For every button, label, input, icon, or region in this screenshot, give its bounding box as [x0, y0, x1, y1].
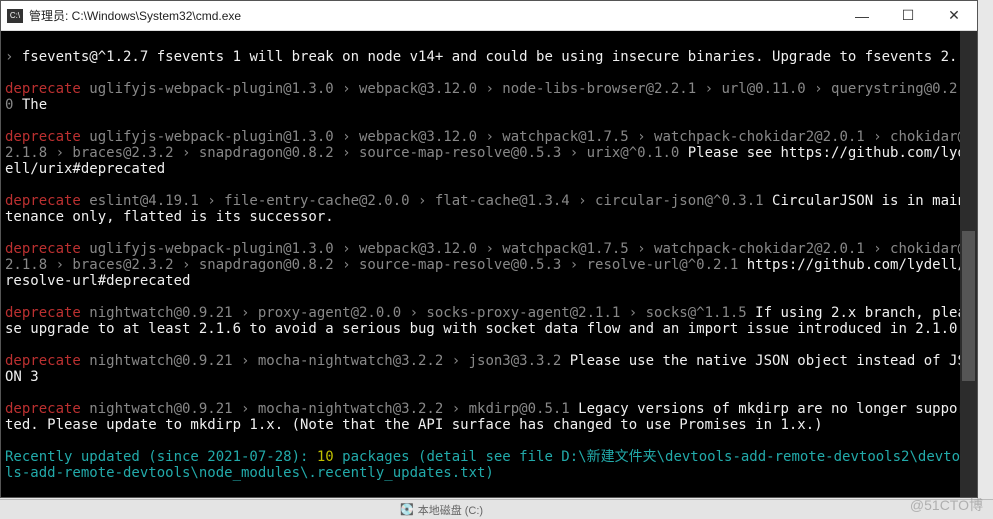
deprecate-label: deprecate	[5, 193, 81, 209]
chain-circularjson: eslint@4.19.1 › file-entry-cache@2.0.0 ›…	[81, 193, 772, 209]
taskbar[interactable]: 💽 本地磁盘 (C:)	[0, 499, 993, 519]
pkg-fsevents: fsevents@^1.2.7	[22, 49, 148, 65]
scrollbar-thumb[interactable]	[962, 231, 975, 381]
deprecate-label: deprecate	[5, 353, 81, 369]
tail-querystring: The	[22, 97, 47, 113]
disk-icon: 💽	[400, 503, 414, 516]
msg-fsevents: fsevents 1 will break on node v14+ and c…	[148, 49, 957, 65]
taskbar-disk-label: 本地磁盘 (C:)	[418, 502, 483, 518]
watermark: @51CTO博	[910, 495, 983, 515]
deprecate-label: deprecate	[5, 81, 81, 97]
scrollbar[interactable]	[960, 31, 977, 497]
maximize-button[interactable]: ☐	[885, 1, 931, 31]
recently-updated-count: 10	[317, 449, 334, 465]
cmd-icon: C:\	[7, 9, 23, 23]
recently-updated-label: Recently updated (since 2021-07-28):	[5, 449, 317, 465]
deprecate-label: deprecate	[5, 305, 81, 321]
titlebar[interactable]: C:\ 管理员: C:\Windows\System32\cmd.exe — ☐…	[1, 1, 977, 31]
taskbar-item-disk[interactable]: 💽 本地磁盘 (C:)	[400, 502, 483, 518]
chain-mkdirp: nightwatch@0.9.21 › mocha-nightwatch@3.2…	[81, 401, 578, 417]
window-title: 管理员: C:\Windows\System32\cmd.exe	[29, 7, 241, 24]
deprecate-label: deprecate	[5, 129, 81, 145]
deprecate-label: deprecate	[5, 241, 81, 257]
minimize-button[interactable]: —	[839, 1, 885, 31]
window-controls: — ☐ ✕	[839, 1, 977, 31]
deprecate-label: deprecate	[5, 401, 81, 417]
chain-socks: nightwatch@0.9.21 › proxy-agent@2.0.0 › …	[81, 305, 755, 321]
cmd-window: C:\ 管理员: C:\Windows\System32\cmd.exe — ☐…	[0, 0, 978, 498]
chain-querystring: uglifyjs-webpack-plugin@1.3.0 › webpack@…	[5, 81, 966, 113]
chain-json3: nightwatch@0.9.21 › mocha-nightwatch@3.2…	[81, 353, 570, 369]
terminal-output[interactable]: › fsevents@^1.2.7 fsevents 1 will break …	[1, 31, 977, 497]
close-button[interactable]: ✕	[931, 1, 977, 31]
